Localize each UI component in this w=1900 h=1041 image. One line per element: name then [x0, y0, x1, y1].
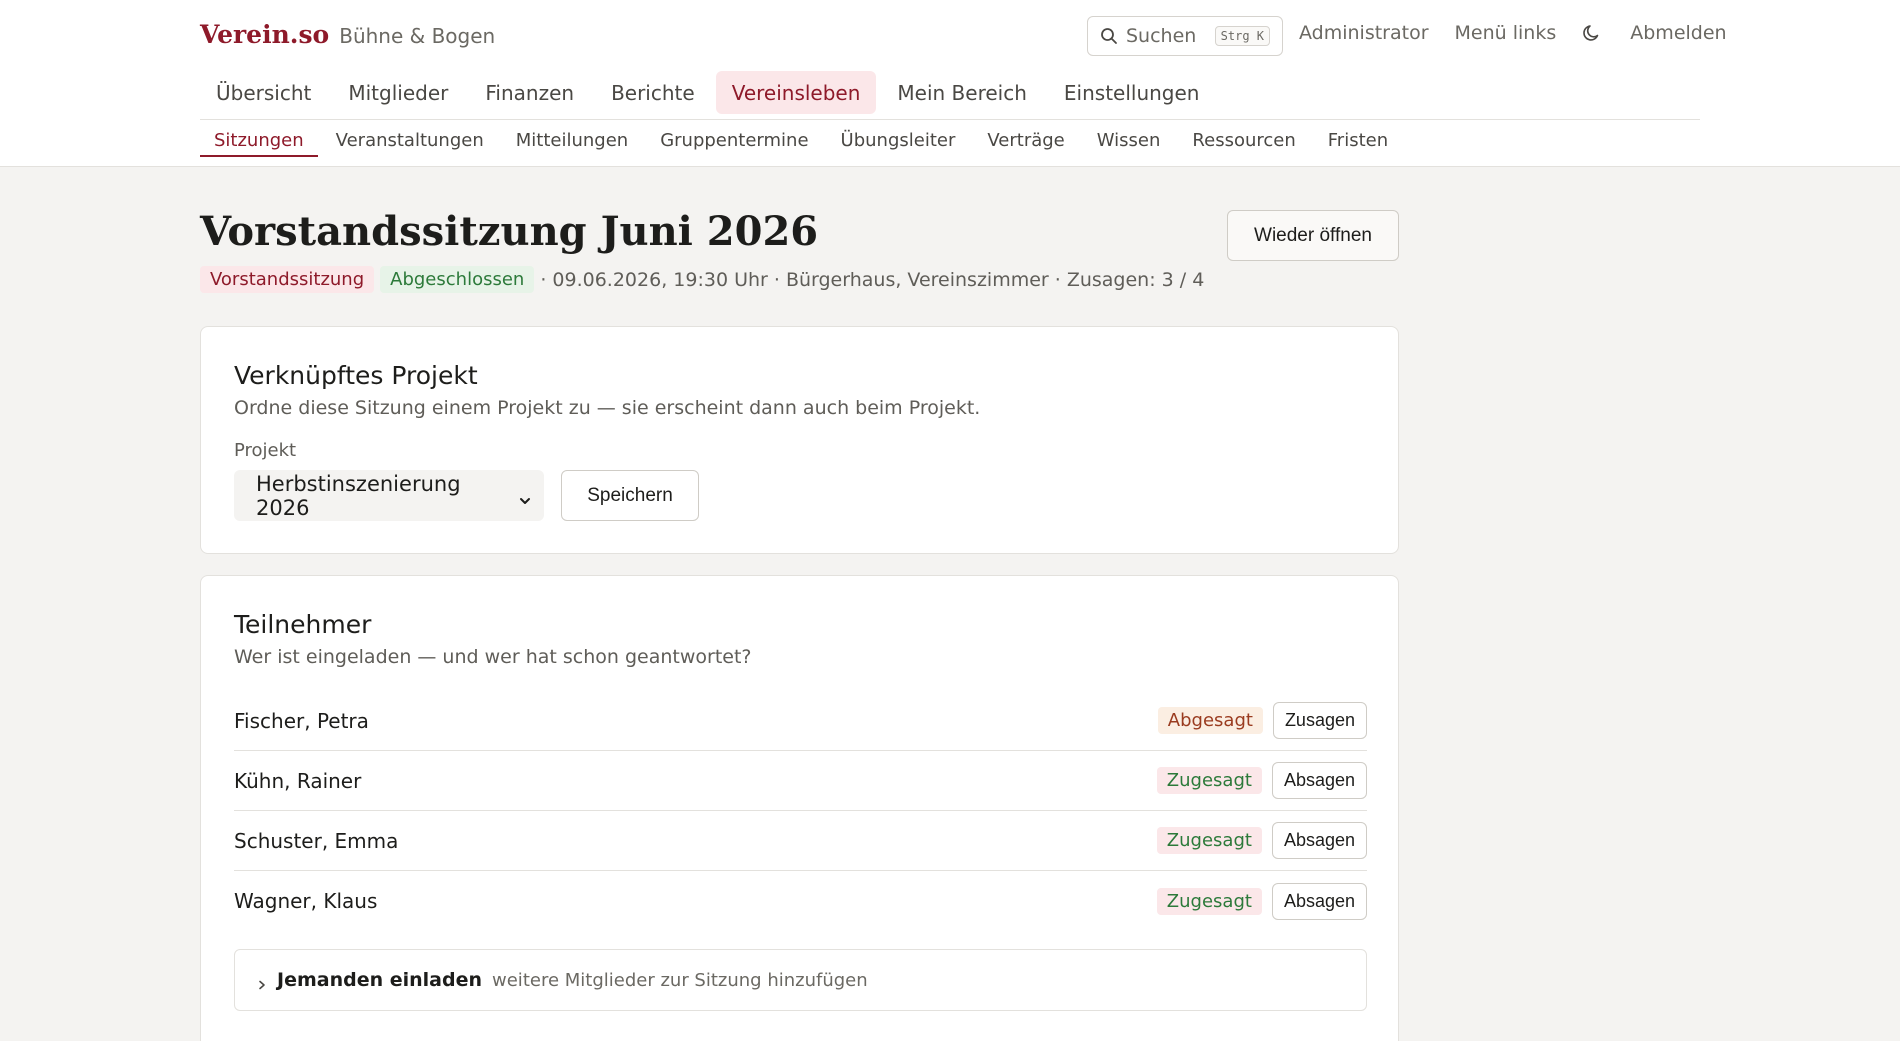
meeting-details: · 09.06.2026, 19:30 Uhr · Bürgerhaus, Ve…: [540, 268, 1205, 291]
subtab-sitzungen[interactable]: Sitzungen: [200, 130, 318, 157]
participant-name: Schuster, Emma: [234, 828, 399, 853]
subtab-wissen[interactable]: Wissen: [1083, 130, 1175, 157]
invite-hint: weitere Mitglieder zur Sitzung hinzufüge…: [492, 969, 868, 991]
chevron-down-icon: [518, 489, 532, 504]
tab-mitglieder[interactable]: Mitglieder: [332, 71, 464, 114]
response-status-badge: Abgesagt: [1157, 707, 1263, 734]
participants-card: Teilnehmer Wer ist eingeladen — und wer …: [200, 575, 1399, 1041]
response-status-badge: Zugesagt: [1156, 887, 1262, 915]
page-title: Vorstandssitzung Juni 2026: [200, 208, 819, 255]
project-select[interactable]: Herbstinszenierung 2026: [234, 470, 544, 521]
sub-nav: Sitzungen Veranstaltungen Mitteilungen G…: [200, 130, 1406, 157]
admin-link[interactable]: Administrator: [1299, 22, 1429, 44]
app-logo[interactable]: Verein.so: [200, 20, 329, 49]
participant-row: Schuster, Emma Zugesagt Absagen: [234, 811, 1367, 871]
search-button[interactable]: Suchen Strg K: [1087, 16, 1283, 56]
tab-mein-bereich[interactable]: Mein Bereich: [881, 71, 1043, 114]
subtab-ressourcen[interactable]: Ressourcen: [1178, 130, 1309, 157]
reopen-button[interactable]: Wieder öffnen: [1227, 210, 1399, 261]
search-icon: [1100, 27, 1118, 45]
participant-name: Kühn, Rainer: [234, 768, 362, 793]
status-badge: Abgeschlossen: [380, 266, 535, 293]
brand: Verein.so Bühne & Bogen: [200, 20, 495, 49]
invite-title: Jemanden einladen: [277, 969, 483, 991]
meeting-type-badge: Vorstandssitzung: [200, 266, 375, 293]
subtab-veranstaltungen[interactable]: Veranstaltungen: [322, 130, 498, 157]
participant-row: Kühn, Rainer Zugesagt Absagen: [234, 751, 1367, 811]
meeting-meta: Vorstandssitzung Abgeschlossen · 09.06.2…: [200, 266, 1204, 293]
top-bar: Verein.so Bühne & Bogen Suchen Strg K Ad…: [0, 0, 1900, 167]
user-nav: Administrator Menü links Abmelden: [1299, 22, 1753, 44]
chevron-right-icon: [257, 975, 267, 990]
card-description: Ordne diese Sitzung einem Projekt zu — s…: [234, 397, 981, 419]
decline-button[interactable]: Absagen: [1271, 762, 1367, 799]
response-status-badge: Zugesagt: [1156, 827, 1262, 854]
project-select-value: Herbstinszenierung 2026: [256, 471, 461, 520]
response-status-badge: Zugesagt: [1156, 767, 1262, 794]
participant-row: Wagner, Klaus Zugesagt Absagen: [234, 871, 1367, 931]
decline-button[interactable]: Absagen: [1271, 882, 1367, 920]
logout-link[interactable]: Abmelden: [1630, 22, 1726, 44]
participant-name: Wagner, Klaus: [234, 889, 378, 913]
search-shortcut: Strg K: [1214, 26, 1270, 46]
participant-list: Fischer, Petra Abgesagt Zusagen Kühn, Ra…: [234, 691, 1367, 931]
participant-row: Fischer, Petra Abgesagt Zusagen: [234, 691, 1367, 751]
card-title: Teilnehmer: [234, 610, 372, 639]
menu-left-link[interactable]: Menü links: [1455, 22, 1557, 44]
subtab-vertraege[interactable]: Verträge: [973, 130, 1078, 157]
search-label: Suchen: [1126, 25, 1197, 47]
participant-name: Fischer, Petra: [234, 708, 369, 733]
save-button[interactable]: Speichern: [561, 470, 699, 521]
organization-name: Bühne & Bogen: [339, 24, 496, 48]
project-field-label: Projekt: [234, 440, 297, 461]
tab-einstellungen[interactable]: Einstellungen: [1048, 71, 1216, 114]
main-nav: Übersicht Mitglieder Finanzen Berichte V…: [200, 71, 1700, 120]
linked-project-card: Verknüpftes Projekt Ordne diese Sitzung …: [200, 326, 1399, 554]
tab-finanzen[interactable]: Finanzen: [469, 71, 590, 114]
invite-expander[interactable]: Jemanden einladen weitere Mitglieder zur…: [234, 949, 1367, 1011]
subtab-uebungsleiter[interactable]: Übungsleiter: [827, 130, 970, 157]
subtab-gruppentermine[interactable]: Gruppentermine: [646, 130, 822, 157]
decline-button[interactable]: Absagen: [1271, 822, 1367, 859]
card-description: Wer ist eingeladen — und wer hat schon g…: [234, 646, 752, 668]
dark-mode-toggle-icon[interactable]: [1582, 22, 1604, 44]
subtab-mitteilungen[interactable]: Mitteilungen: [502, 130, 642, 157]
accept-button[interactable]: Zusagen: [1272, 702, 1367, 739]
tab-vereinsleben[interactable]: Vereinsleben: [715, 71, 877, 114]
tab-berichte[interactable]: Berichte: [595, 71, 711, 114]
card-title: Verknüpftes Projekt: [234, 361, 478, 390]
subtab-fristen[interactable]: Fristen: [1314, 130, 1402, 157]
tab-uebersicht[interactable]: Übersicht: [200, 71, 327, 114]
